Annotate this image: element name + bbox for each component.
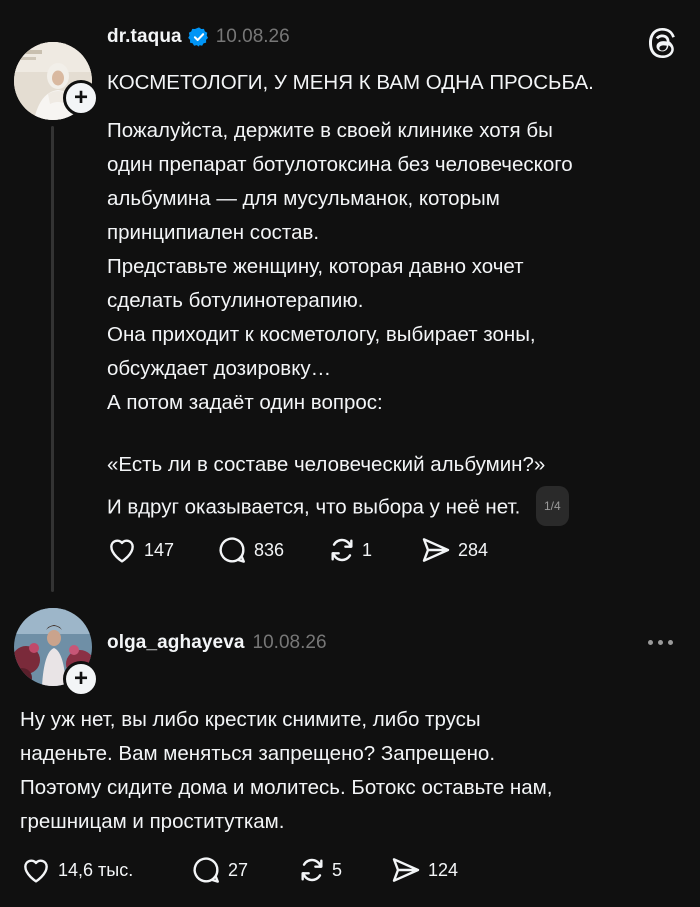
send-icon	[392, 858, 420, 882]
share-count: 284	[458, 539, 489, 560]
follow-button[interactable]: +	[63, 80, 99, 116]
body-line: альбумина — для мусульманок, которым	[107, 187, 500, 210]
body-line: Представьте женщину, которая давно хочет	[107, 255, 524, 278]
like-count: 14,6 тыс.	[58, 859, 134, 880]
plus-icon: +	[73, 84, 88, 111]
plus-icon: +	[73, 665, 88, 692]
repost-count: 1	[362, 539, 373, 560]
share-count: 124	[428, 859, 459, 880]
body-line: сделать ботулинотерапию.	[107, 289, 364, 312]
repost-button[interactable]: 1	[326, 534, 420, 566]
repost-icon	[301, 858, 323, 882]
comment-icon	[193, 857, 219, 883]
more-options-icon[interactable]	[648, 640, 673, 645]
body-line: Пожалуйста, держите в своей клинике хотя…	[107, 119, 553, 142]
post-headline: КОСМЕТОЛОГИ, У МЕНЯ К ВАМ ОДНА ПРОСЬБА.	[107, 71, 594, 94]
post-header: dr.taqua 10.08.26	[107, 26, 290, 48]
thread-line	[51, 126, 54, 592]
threads-logo-icon[interactable]	[644, 25, 680, 66]
last-line-text: И вдруг оказывается, что выбора у неё не…	[107, 495, 521, 519]
last-line: И вдруг оказывается, что выбора у неё не…	[107, 486, 569, 528]
repost-icon	[331, 538, 353, 562]
share-button[interactable]: 284	[420, 534, 488, 566]
username[interactable]: olga_aghayeva	[107, 632, 245, 654]
body-line: Она приходит к косметологу, выбирает зон…	[107, 323, 536, 346]
like-count: 147	[144, 539, 175, 560]
reply-count: 836	[254, 539, 285, 560]
heart-icon	[24, 859, 48, 883]
reply-body: Ну уж нет, вы либо крестик снимите, либо…	[20, 703, 552, 839]
post-body: Пожалуйста, держите в своей клинике хотя…	[107, 114, 573, 420]
heart-icon	[110, 539, 134, 563]
like-button[interactable]: 14,6 тыс.	[20, 854, 190, 886]
repost-count: 5	[332, 859, 343, 880]
comment-icon	[219, 537, 245, 563]
body-line: обсуждает дозировку…	[107, 357, 332, 380]
body-line: Поэтому сидите дома и молитесь. Ботокс о…	[20, 776, 553, 799]
verified-badge-icon	[187, 26, 210, 48]
body-line: наденьте. Вам меняться запрещено? Запрещ…	[20, 742, 496, 765]
repost-button[interactable]: 5	[296, 854, 390, 886]
reply-count: 27	[228, 859, 249, 880]
username[interactable]: dr.taqua	[107, 26, 182, 48]
reply-actions: 14,6 тыс. 27 5 124	[20, 854, 458, 886]
reply-button[interactable]: 27	[190, 854, 296, 886]
reply-button[interactable]: 836	[216, 534, 326, 566]
body-line: Ну уж нет, вы либо крестик снимите, либо…	[20, 708, 481, 731]
reply-date: 10.08.26	[252, 632, 327, 653]
reply-header: olga_aghayeva 10.08.26	[107, 632, 327, 654]
send-icon	[422, 538, 450, 562]
body-line: один препарат ботулотоксина без человече…	[107, 153, 573, 176]
page-indicator[interactable]: 1/4	[535, 486, 569, 526]
share-button[interactable]: 124	[390, 854, 458, 886]
post-date: 10.08.26	[215, 26, 290, 47]
body-line: А потом задаёт один вопрос:	[107, 391, 383, 414]
quote-line: «Есть ли в составе человеческий альбумин…	[107, 453, 546, 476]
follow-button[interactable]: +	[63, 661, 99, 697]
like-button[interactable]: 147	[106, 534, 216, 566]
body-line: принципиален состав.	[107, 221, 320, 244]
post-actions: 147 836 1 284	[106, 534, 488, 566]
body-line: грешницам и проституткам.	[20, 810, 285, 833]
